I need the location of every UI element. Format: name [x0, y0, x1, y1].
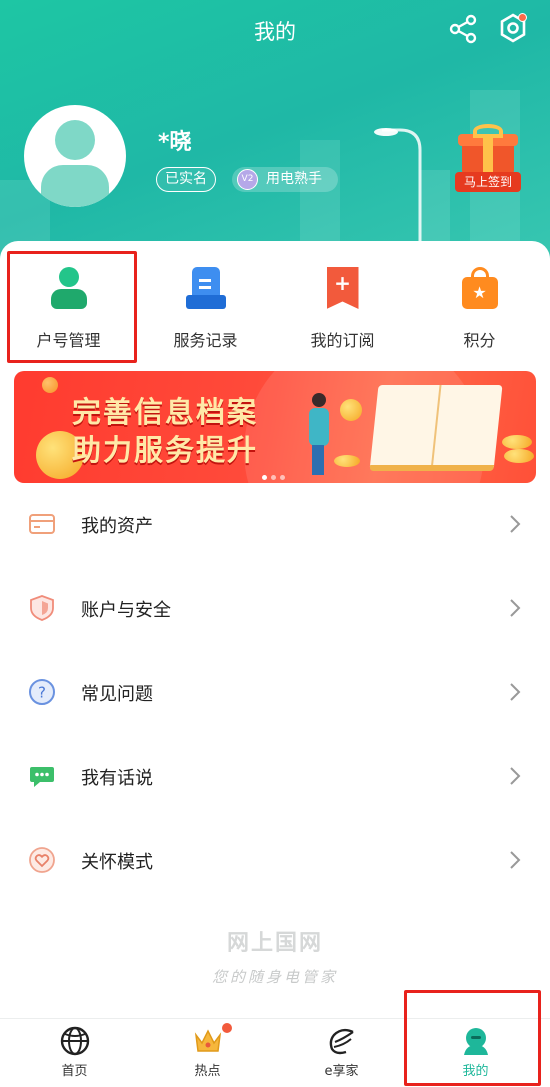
points-bag-icon: ★ [458, 265, 502, 311]
menu-list: 我的资产 账户与安全 ? 常见问题 我有话说 关怀模式 [0, 483, 550, 903]
subscription-icon: + [321, 265, 365, 311]
chevron-right-icon [510, 515, 521, 533]
menu-item-feedback[interactable]: 我有话说 [0, 735, 550, 819]
my-subscriptions-button[interactable]: + 我的订阅 [274, 265, 411, 351]
menu-item-faq[interactable]: ? 常见问题 [0, 651, 550, 735]
home-globe-icon [59, 1025, 91, 1057]
nav-badge-dot [221, 1023, 232, 1033]
crown-icon [192, 1023, 232, 1057]
shield-icon [30, 595, 54, 621]
notification-dot [518, 13, 527, 22]
nav-tab-home[interactable]: 首页 [6, 1019, 143, 1087]
quick-action-label: 我的订阅 [310, 331, 375, 350]
nav-label: 首页 [61, 1064, 88, 1079]
chevron-right-icon [510, 683, 521, 701]
promo-banner[interactable]: 完善信息档案 助力服务提升 [14, 371, 536, 483]
points-button[interactable]: ★ 积分 [411, 265, 548, 351]
menu-item-my-assets[interactable]: 我的资产 [0, 483, 550, 567]
menu-item-label: 账户与安全 [81, 600, 171, 621]
avatar[interactable] [24, 105, 126, 207]
menu-item-label: 我的资产 [81, 516, 153, 537]
quick-action-label: 积分 [463, 331, 496, 350]
menu-item-account-security[interactable]: 账户与安全 [0, 567, 550, 651]
level-label: 用电熟手 [266, 171, 322, 187]
banner-title-line1: 完善信息档案 [72, 395, 259, 429]
chevron-right-icon [510, 767, 521, 785]
daily-checkin-button[interactable]: 马上签到 [455, 124, 521, 192]
nav-tab-e-home[interactable]: e享家 [273, 1019, 410, 1087]
banner-title-line2: 助力服务提升 [72, 433, 259, 467]
level-badge[interactable]: V2 用电熟手 [232, 167, 338, 192]
menu-item-label: 关怀模式 [81, 852, 153, 873]
gift-icon [473, 124, 503, 138]
highlight-box-account-management [7, 251, 137, 363]
nav-label: e享家 [324, 1064, 359, 1079]
settings-icon[interactable] [497, 12, 529, 44]
checkin-label: 马上签到 [455, 172, 521, 192]
street-lamp-decoration [370, 120, 430, 250]
person-illustration [306, 393, 332, 477]
assets-card-icon [29, 514, 55, 534]
question-icon: ? [29, 679, 55, 705]
chevron-right-icon [510, 851, 521, 869]
watermark-slogan: 您的随身电管家 [211, 968, 338, 986]
nav-label: 热点 [194, 1064, 221, 1079]
carousel-indicator [262, 465, 289, 483]
share-icon[interactable] [449, 14, 479, 44]
nav-tab-hot[interactable]: 热点 [139, 1019, 276, 1087]
menu-item-label: 我有话说 [81, 768, 153, 789]
chevron-right-icon [510, 599, 521, 617]
quick-action-label: 服务记录 [173, 331, 238, 350]
svg-text:?: ? [38, 684, 46, 702]
level-v2-icon: V2 [237, 169, 258, 190]
service-records-button[interactable]: 服务记录 [137, 265, 274, 351]
chat-bubble-icon [30, 767, 54, 787]
highlight-box-mine-tab [404, 990, 541, 1086]
e-home-icon [326, 1025, 358, 1057]
watermark-brand: 网上国网 [226, 931, 323, 956]
menu-item-care-mode[interactable]: 关怀模式 [0, 819, 550, 903]
verified-badge[interactable]: 已实名 [156, 167, 216, 192]
menu-item-label: 常见问题 [81, 684, 153, 705]
service-records-icon [184, 265, 228, 311]
open-book-icon [369, 385, 503, 471]
care-heart-icon [29, 847, 55, 873]
username: *晓 [158, 130, 192, 155]
